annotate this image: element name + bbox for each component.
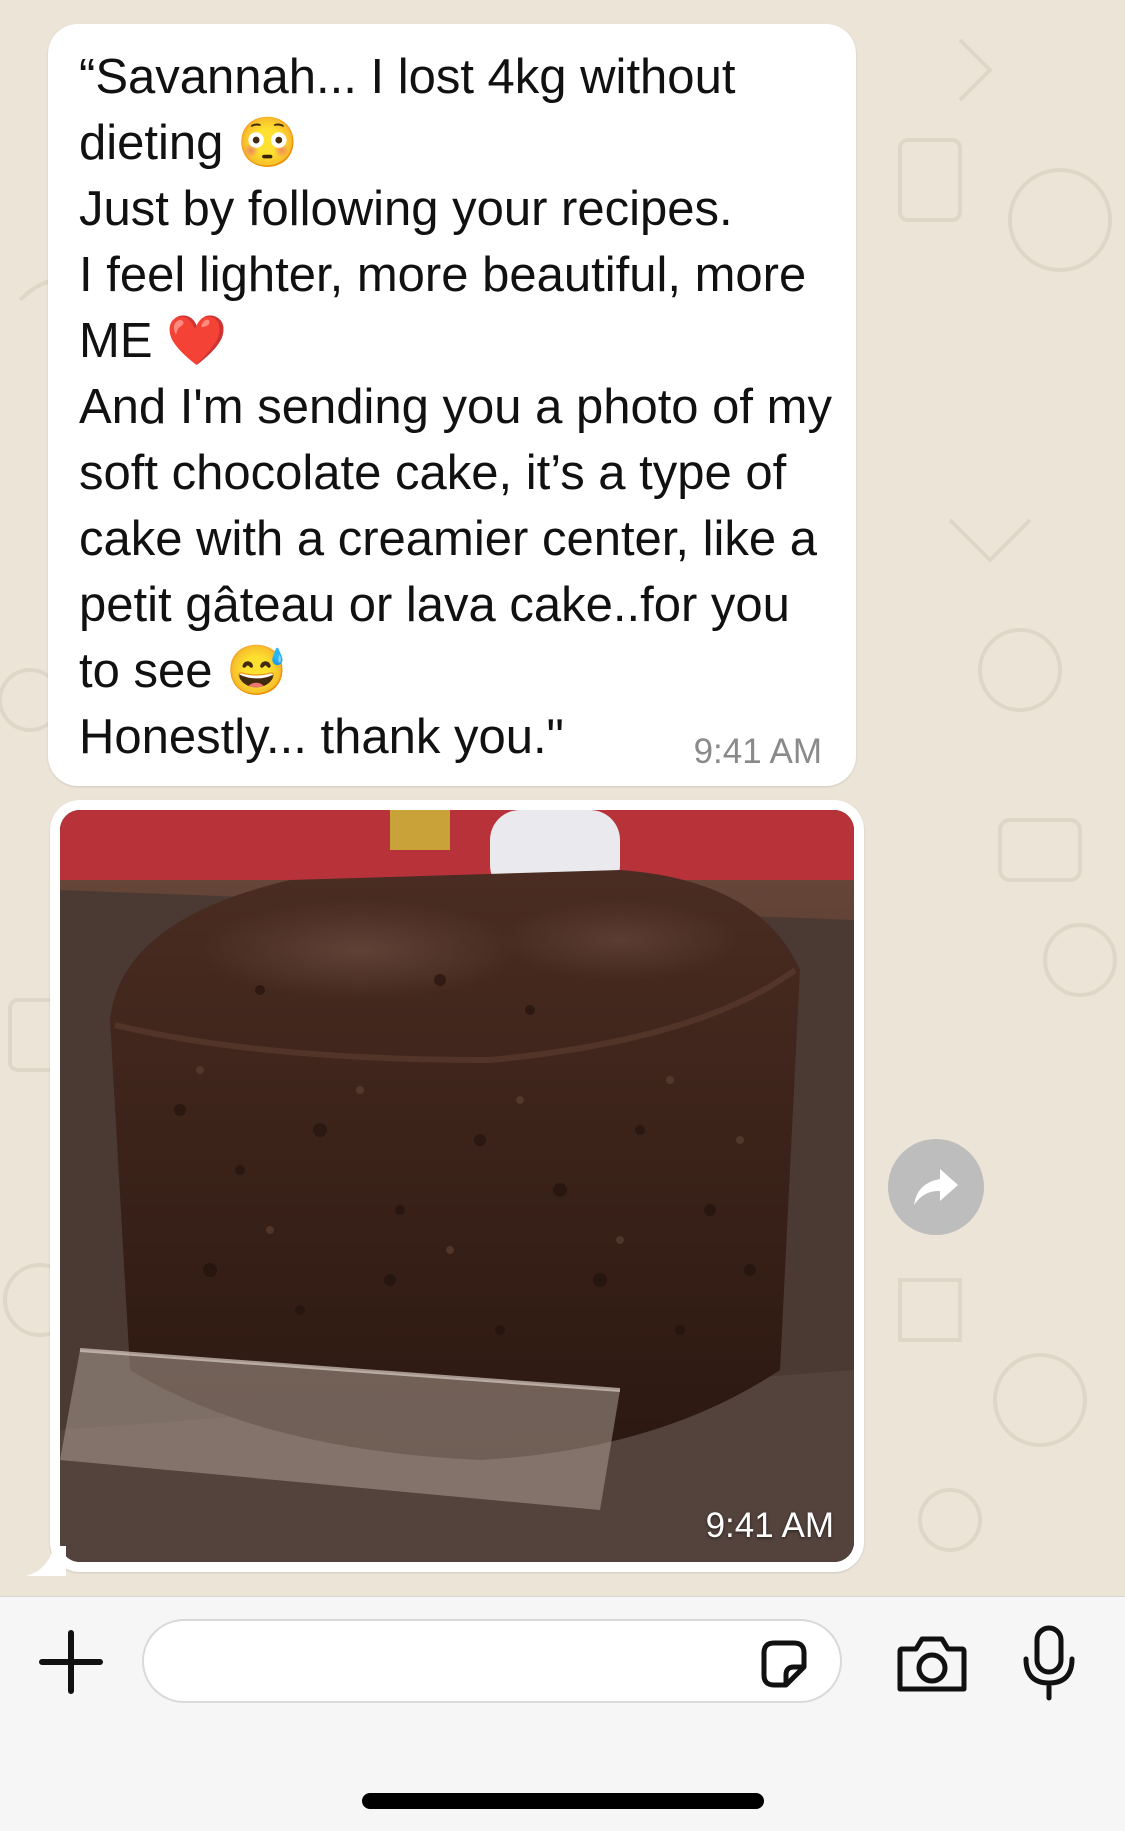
plus-icon[interactable] (36, 1627, 106, 1697)
chat-area[interactable]: “Savannah... I lost 4kg without dieting … (0, 0, 1125, 1596)
forward-button[interactable] (888, 1139, 984, 1235)
camera-icon[interactable] (896, 1633, 968, 1695)
message-input-bar (0, 1596, 1125, 1831)
chocolate-cake-photo[interactable]: 9:41 AM (60, 810, 854, 1562)
message-text-input[interactable] (174, 1621, 738, 1703)
incoming-message-bubble[interactable]: “Savannah... I lost 4kg without dieting … (48, 24, 856, 786)
image-timestamp: 9:41 AM (705, 1506, 834, 1545)
message-text: “Savannah... I lost 4kg without dieting … (79, 50, 832, 764)
home-indicator (362, 1793, 764, 1809)
sticker-icon[interactable] (756, 1637, 810, 1691)
bubble-tail (26, 1546, 66, 1576)
image-message-bubble[interactable]: 9:41 AM (50, 800, 864, 1572)
message-timestamp: 9:41 AM (693, 732, 822, 771)
forward-arrow-icon (914, 1169, 958, 1205)
microphone-icon[interactable] (1020, 1625, 1078, 1701)
message-input-field[interactable] (142, 1619, 842, 1703)
